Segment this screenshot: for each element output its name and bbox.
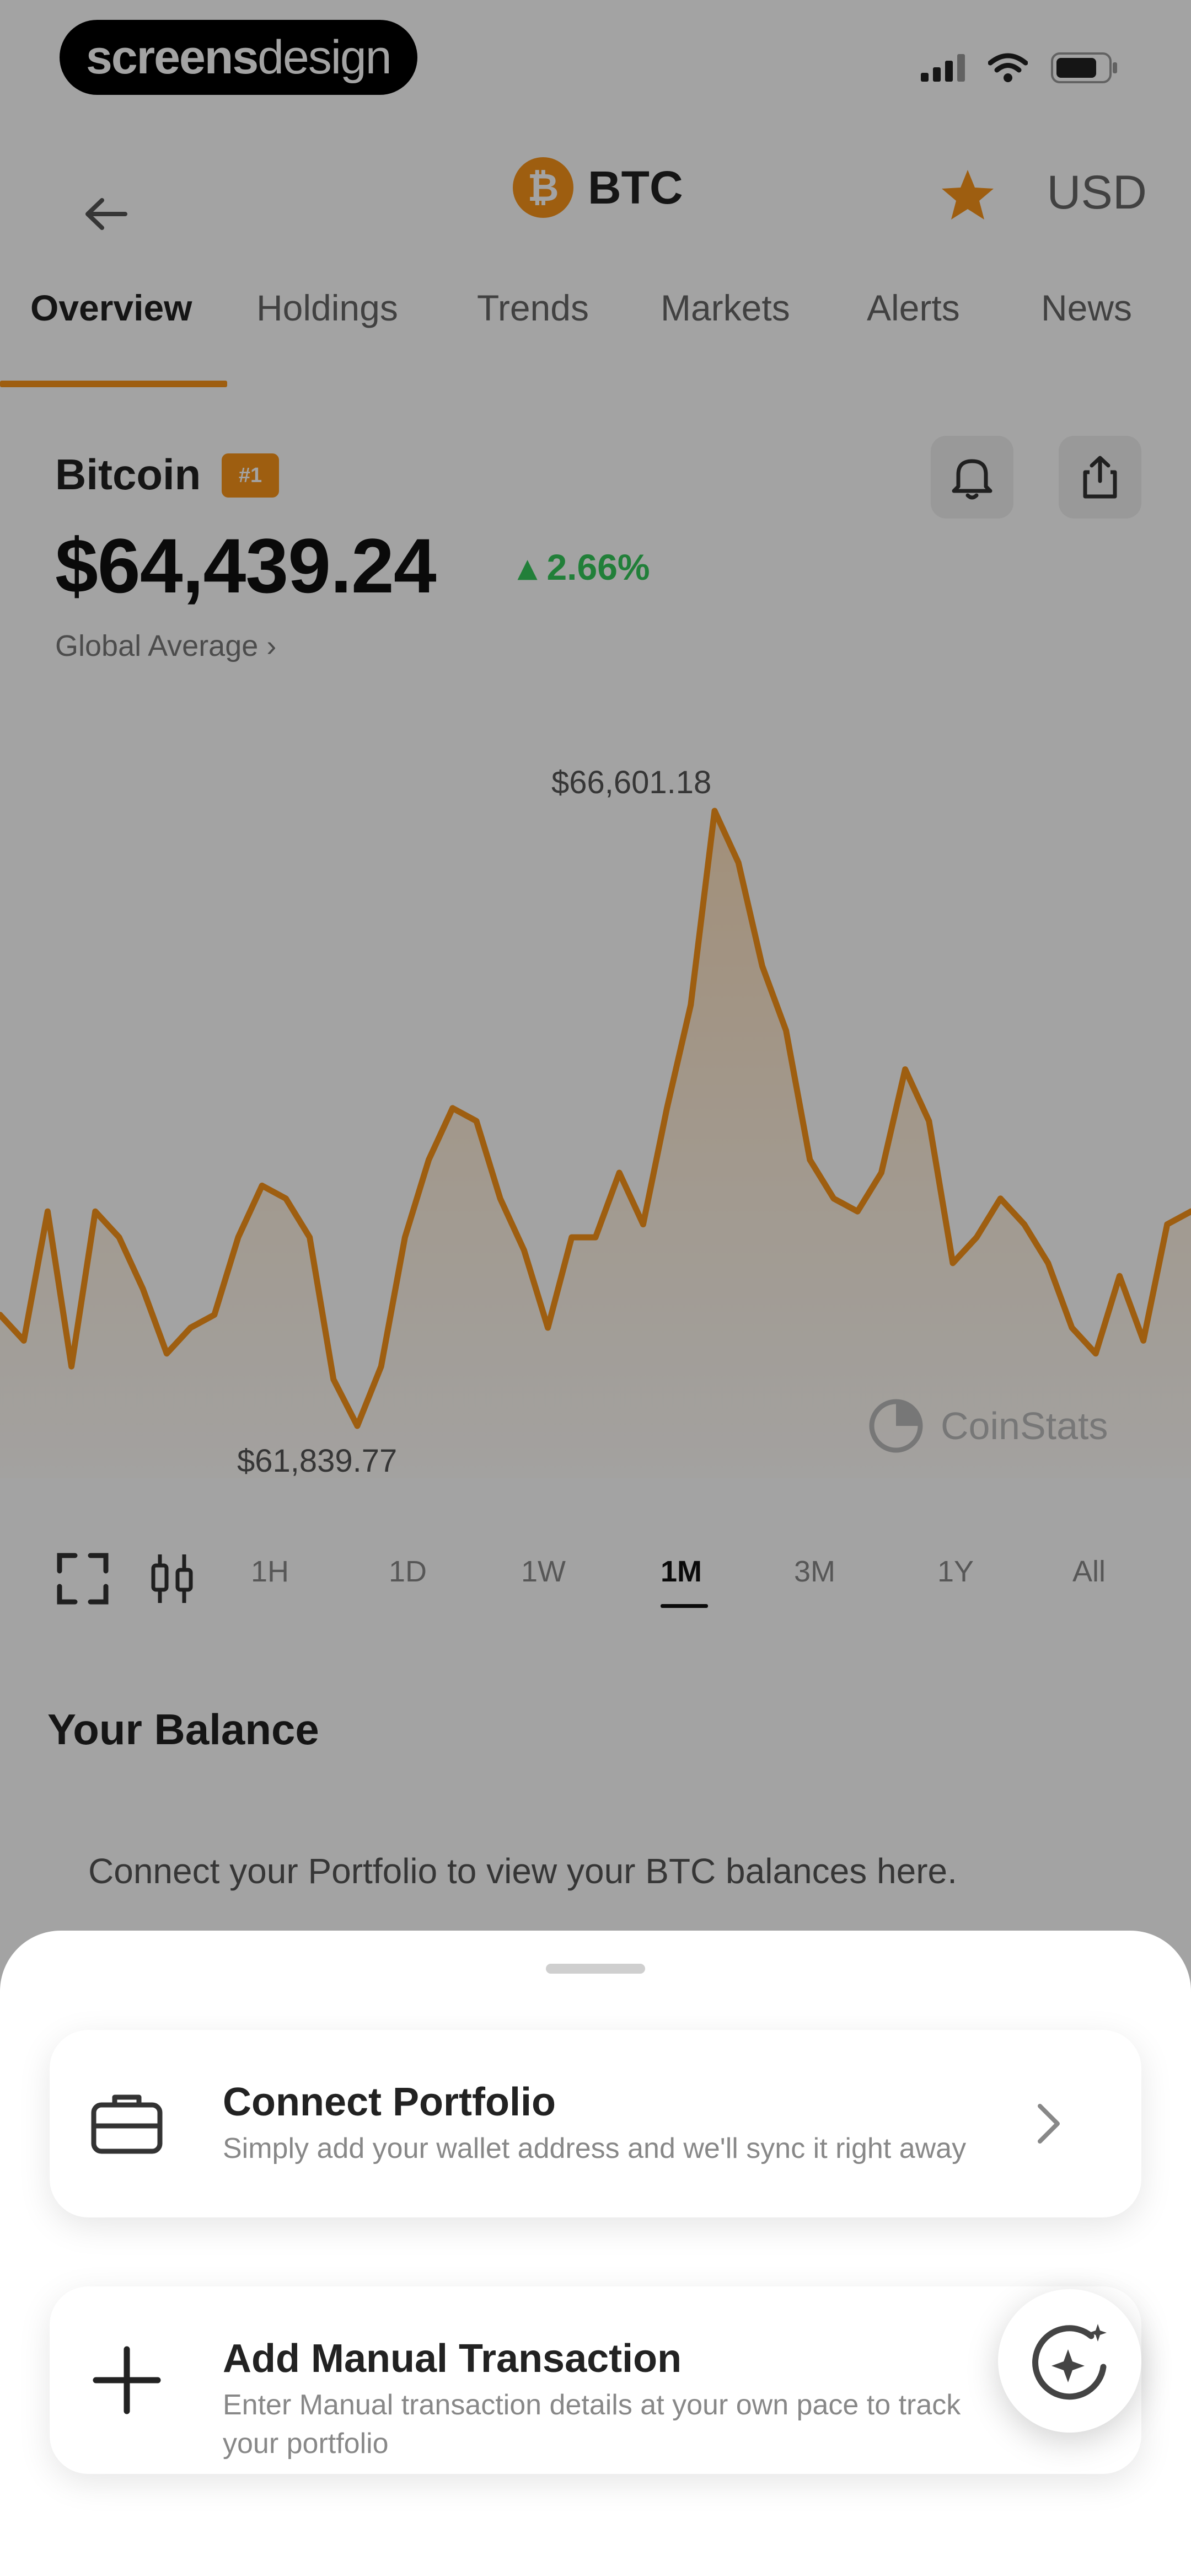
briefcase-icon bbox=[91, 2094, 163, 2154]
bottom-sheet: Connect Portfolio Simply add your wallet… bbox=[0, 1931, 1191, 2576]
chevron-right-icon bbox=[1038, 2104, 1060, 2144]
card-icon-wrap bbox=[88, 2085, 165, 2162]
card-icon-wrap bbox=[88, 2342, 165, 2419]
screen: screensdesign ₿ BTC USD Overview Holding… bbox=[0, 0, 1191, 2576]
card-description: Simply add your wallet address and we'll… bbox=[223, 2133, 967, 2165]
card-title: Connect Portfolio bbox=[223, 2080, 556, 2124]
sheet-grabber[interactable] bbox=[546, 1964, 645, 1974]
ai-assistant-button[interactable] bbox=[998, 2289, 1141, 2433]
connect-portfolio-button[interactable]: Connect Portfolio Simply add your wallet… bbox=[50, 2030, 1141, 2217]
plus-icon bbox=[93, 2346, 161, 2414]
ai-sparkle-icon bbox=[1032, 2324, 1107, 2400]
add-manual-transaction-button[interactable]: Add Manual Transaction Enter Manual tran… bbox=[50, 2286, 1141, 2474]
card-description: Enter Manual transaction details at your… bbox=[223, 2389, 961, 2460]
card-title: Add Manual Transaction bbox=[223, 2337, 682, 2381]
